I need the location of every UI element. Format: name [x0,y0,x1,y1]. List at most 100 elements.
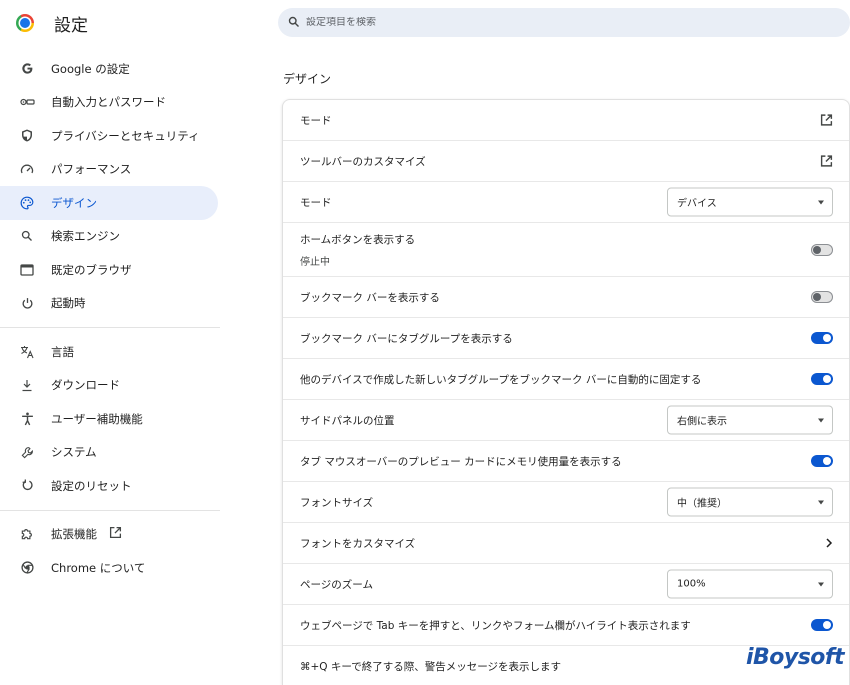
sidebar-item-label: パフォーマンス [51,162,132,177]
wrench-icon [18,443,36,461]
sidebar-item-label: 既定のブラウザ [51,262,132,277]
row-label: モード [300,196,332,209]
row-label: ブックマーク バーにタブグループを表示する [300,332,513,345]
sidebar-item-label: 言語 [51,344,74,359]
row-label: ページのズーム [300,578,373,591]
sidebar-item-label: Chrome について [51,560,146,575]
appearance-settings-card: モード ツールバーのカスタマイズ モード デバイス ホームボタンを表示する 停止… [282,99,850,685]
settings-row-tab-groups-in-bookmark-bar[interactable]: ブックマーク バーにタブグループを表示する [283,318,849,359]
search-icon [288,13,300,32]
row-label: サイドパネルの位置 [300,414,395,427]
select-value: デバイス [677,198,717,210]
sidebar-item-privacy[interactable]: プライバシーとセキュリティ [0,119,218,153]
chrome-icon [18,559,36,577]
sidebar: 設定 Google の設定 自動入力とパスワード プライバシーとセキュリティ パ… [0,0,220,685]
row-label: フォントをカスタマイズ [300,537,416,550]
external-link-icon[interactable] [820,114,833,127]
row-label: モード [300,114,332,127]
settings-row-mode: モード デバイス [283,182,849,223]
app-title: 設定 [54,15,88,36]
tab-highlight-toggle[interactable] [811,619,833,631]
chevron-right-icon [825,538,833,549]
settings-row-side-panel-position: サイドパネルの位置 右側に表示 [283,400,849,441]
row-label: ウェブページで Tab キーを押すと、リンクやフォーム欄がハイライト表示されます [300,619,691,632]
google-g-icon [18,60,36,78]
sidebar-item-label: 検索エンジン [51,229,120,244]
sidebar-item-default-browser[interactable]: 既定のブラウザ [0,253,218,287]
search-input[interactable] [306,17,786,28]
reset-icon [18,477,36,495]
sidebar-item-performance[interactable]: パフォーマンス [0,153,218,187]
font-size-select[interactable]: 中（推奨） [667,487,833,517]
row-label: ツールバーのカスタマイズ [300,155,426,168]
palette-icon [18,194,36,212]
row-label: ブックマーク バーを表示する [300,291,440,304]
sidebar-item-on-startup[interactable]: 起動時 [0,287,218,321]
key-icon [18,93,36,111]
row-label: タブ マウスオーバーのプレビュー カードにメモリ使用量を表示する [300,455,622,468]
sidebar-item-label: 起動時 [51,296,86,311]
dropdown-caret-icon [818,500,824,505]
mode-select[interactable]: デバイス [667,187,833,217]
sidebar-item-label: デザイン [51,195,97,210]
sidebar-item-autofill[interactable]: 自動入力とパスワード [0,86,218,120]
hover-card-memory-toggle[interactable] [811,455,833,467]
sidebar-nav: Google の設定 自動入力とパスワード プライバシーとセキュリティ パフォー… [0,52,220,585]
sidebar-item-label: ユーザー補助機能 [51,411,143,426]
sidebar-item-downloads[interactable]: ダウンロード [0,369,218,403]
settings-row-customize-toolbar[interactable]: ツールバーのカスタマイズ [283,141,849,182]
watermark-logo: iBoysoft [745,645,845,670]
settings-row-bookmark-bar[interactable]: ブックマーク バーを表示する [283,277,849,318]
search-bar[interactable] [278,8,850,37]
select-value: 100% [677,578,706,590]
sidebar-item-languages[interactable]: 言語 [0,335,218,369]
settings-row-hover-card-memory[interactable]: タブ マウスオーバーのプレビュー カードにメモリ使用量を表示する [283,441,849,482]
sidebar-divider [0,509,220,511]
download-icon [18,376,36,394]
sidebar-item-accessibility[interactable]: ユーザー補助機能 [0,402,218,436]
sidebar-item-reset[interactable]: 設定のリセット [0,469,218,503]
sidebar-item-label: 設定のリセット [51,478,132,493]
settings-row-auto-pin-tab-groups[interactable]: 他のデバイスで作成した新しいタブグループをブックマーク バーに自動的に固定する [283,359,849,400]
dropdown-caret-icon [818,582,824,587]
row-sublabel: 停止中 [300,256,330,268]
power-icon [18,294,36,312]
sidebar-item-extensions[interactable]: 拡張機能 [0,518,218,552]
row-label: ⌘+Q キーで終了する際、警告メッセージを表示します [300,661,562,673]
settings-row-tab-highlight[interactable]: ウェブページで Tab キーを押すと、リンクやフォーム欄がハイライト表示されます [283,605,849,646]
dropdown-caret-icon [818,200,824,205]
settings-row-mode-theme[interactable]: モード [283,100,849,141]
puzzle-icon [18,525,36,543]
settings-row-home-button[interactable]: ホームボタンを表示する 停止中 [283,223,849,277]
bookmark-bar-toggle[interactable] [811,291,833,303]
side-panel-position-select[interactable]: 右側に表示 [667,405,833,435]
sidebar-item-appearance[interactable]: デザイン [0,186,218,220]
sidebar-item-about-chrome[interactable]: Chrome について [0,551,218,585]
row-label: フォントサイズ [300,496,374,509]
sidebar-item-label: 拡張機能 [51,527,97,542]
row-label: ホームボタンを表示する [300,233,416,246]
settings-row-customize-fonts[interactable]: フォントをカスタマイズ [283,523,849,564]
sidebar-item-label: システム [51,445,97,460]
sidebar-item-search-engine[interactable]: 検索エンジン [0,220,218,254]
select-value: 右側に表示 [677,416,727,428]
accessibility-icon [18,410,36,428]
sidebar-divider [0,327,220,328]
app-header: 設定 [16,10,88,36]
sidebar-item-label: 自動入力とパスワード [51,95,166,110]
auto-pin-tab-groups-toggle[interactable] [811,373,833,385]
page-zoom-select[interactable]: 100% [667,569,833,599]
translate-icon [18,343,36,361]
tab-groups-bookmark-toggle[interactable] [811,332,833,344]
sidebar-item-label: ダウンロード [51,378,120,393]
sidebar-item-label: Google の設定 [51,61,130,76]
home-button-toggle[interactable] [811,243,833,256]
browser-window-icon [18,261,36,279]
sidebar-item-system[interactable]: システム [0,436,218,470]
external-link-icon [109,526,122,542]
external-link-icon[interactable] [820,155,833,168]
chrome-logo-icon [16,14,34,32]
sidebar-item-google-settings[interactable]: Google の設定 [0,52,218,86]
row-label: 他のデバイスで作成した新しいタブグループをブックマーク バーに自動的に固定する [300,373,702,386]
section-title: デザイン [283,72,332,86]
